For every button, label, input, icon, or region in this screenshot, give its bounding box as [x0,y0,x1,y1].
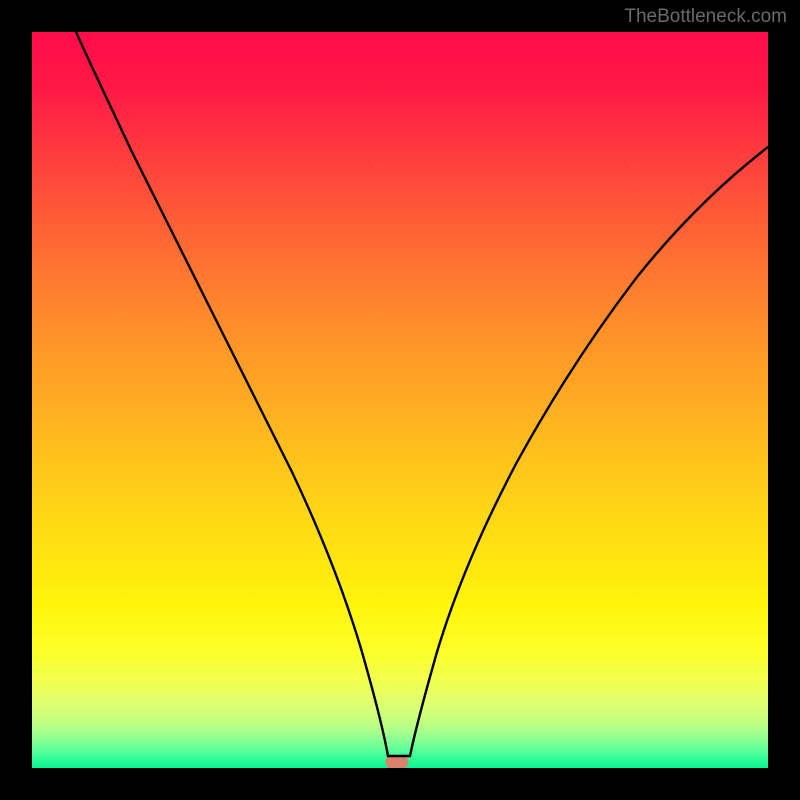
minimum-marker [386,756,408,768]
curve-layer [32,32,768,768]
chart-frame: TheBottleneck.com [0,0,800,800]
bottleneck-curve [76,32,768,756]
plot-area [32,32,768,768]
watermark-text: TheBottleneck.com [624,6,787,28]
